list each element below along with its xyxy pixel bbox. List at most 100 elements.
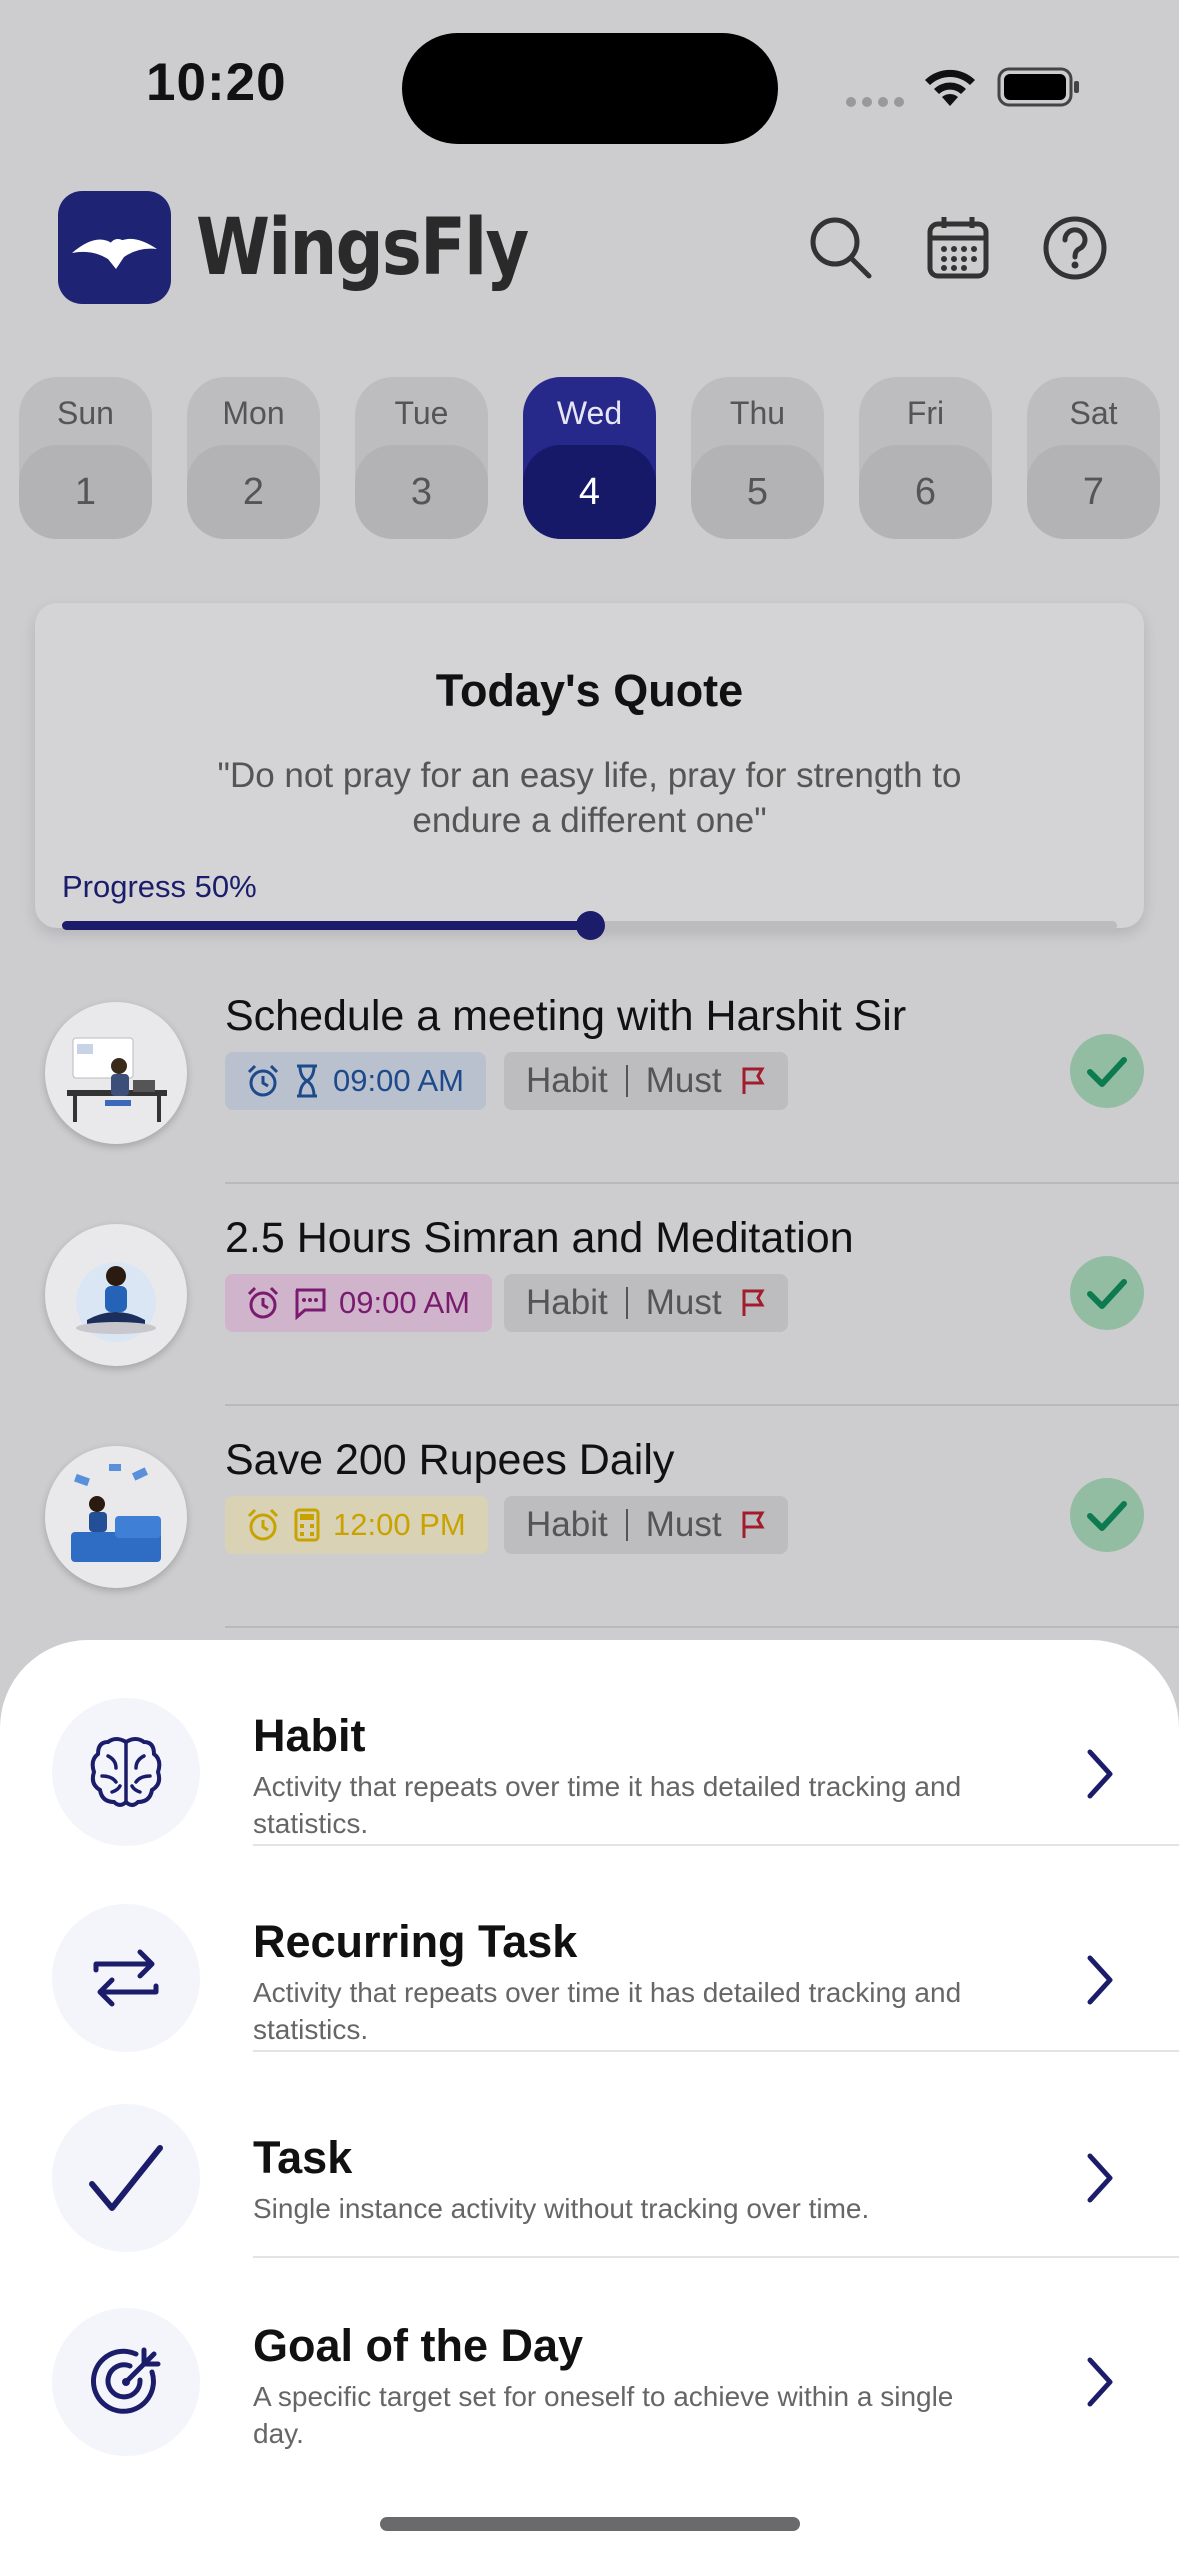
complete-checkmark[interactable] [1070,1478,1144,1552]
task-priority: Must [645,1283,722,1322]
day-number: 4 [523,445,656,539]
option-title: Goal of the Day [253,2320,584,2371]
task-illustration [45,1002,187,1144]
option-title: Recurring Task [253,1916,578,1967]
day-tue[interactable]: Tue 3 [355,377,488,539]
day-thu[interactable]: Thu 5 [691,377,824,539]
check-icon [1087,1279,1127,1309]
task-row[interactable]: Save 200 Rupees Daily 12:00 PM Habit Must [0,1406,1179,1628]
task-title: Schedule a meeting with Harshit Sir [225,992,907,1040]
status-time: 10:20 [146,53,287,112]
option-icon-circle [52,2308,200,2456]
option-icon-circle [52,2104,200,2252]
add-activity-sheet: Habit Activity that repeats over time it… [0,1640,1179,2556]
day-fri[interactable]: Fri 6 [859,377,992,539]
option-title: Habit [253,1710,366,1761]
progress-knob[interactable] [575,911,605,940]
task-type: Habit [526,1505,608,1544]
task-type: Habit [526,1061,608,1100]
quote-text: "Do not pray for an easy life, pray for … [217,756,962,840]
task-time-tag: 09:00 AM [225,1274,492,1332]
task-category-tag: Habit Must [504,1496,788,1554]
progress-fill [62,921,590,930]
chevron-right-icon [1087,2153,1113,2203]
day-number: 6 [859,445,992,539]
day-label: Mon [222,395,285,431]
task-time: 09:00 AM [339,1285,470,1320]
check-icon [1087,1501,1127,1531]
day-sun[interactable]: Sun 1 [19,377,152,539]
alarm-icon [247,1508,279,1541]
day-number: 5 [691,445,824,539]
hourglass-icon [297,1064,317,1098]
day-label: Wed [556,395,623,431]
flag-icon [742,1511,765,1538]
target-icon [90,2347,161,2414]
task-title: 2.5 Hours Simran and Meditation [225,1214,854,1262]
check-icon [1087,1057,1127,1087]
day-number: 3 [355,445,488,539]
chevron-right-icon [1087,2357,1113,2407]
day-mon[interactable]: Mon 2 [187,377,320,539]
quote-title: Today's Quote [435,665,744,716]
day-sat[interactable]: Sat 7 [1027,377,1160,539]
option-description: Activity that repeats over time it has d… [253,1771,962,1839]
day-number: 7 [1027,445,1160,539]
task-time: 09:00 AM [333,1063,464,1098]
option-goal-of-the-day[interactable]: Goal of the Day A specific target set fo… [0,2258,1179,2464]
day-label: Sun [57,395,114,431]
quote-card: Today's Quote "Do not pray for an easy l… [35,603,1144,940]
task-priority: Must [645,1061,722,1100]
option-description: A specific target set for oneself to ach… [253,2381,954,2449]
brand-name: WingsFly [196,203,529,293]
day-wed[interactable]: Wed 4 [523,377,656,539]
task-category-tag: Habit Must [504,1052,788,1110]
search-icon[interactable] [805,212,877,284]
progress-label: Progress 50% [62,869,257,904]
alarm-icon [247,1064,279,1097]
app-logo [58,191,171,304]
task-type: Habit [526,1283,608,1322]
message-icon [295,1288,326,1320]
progress-track [62,911,1117,940]
home-indicator[interactable] [380,2517,800,2531]
option-icon-circle [52,1904,200,2052]
complete-checkmark[interactable] [1070,1256,1144,1330]
task-illustration [45,1446,187,1588]
complete-checkmark[interactable] [1070,1034,1144,1108]
option-description: Single instance activity without trackin… [253,2193,870,2224]
brain-icon [90,1737,162,1807]
task-title: Save 200 Rupees Daily [225,1436,675,1484]
chevron-right-icon [1087,1955,1113,2005]
option-title: Task [253,2132,353,2183]
repeat-icon [93,1949,159,2007]
calendar-icon[interactable] [922,212,994,284]
calculator-icon [294,1508,320,1542]
option-task[interactable]: Task Single instance activity without tr… [0,2052,1179,2258]
checkmark-icon [89,2145,163,2211]
flag-icon [742,1289,765,1316]
day-label: Fri [906,395,945,431]
task-category-tag: Habit Must [504,1274,788,1332]
task-illustration [45,1224,187,1366]
dynamic-island [402,33,778,144]
flag-icon [742,1067,765,1094]
day-label: Sat [1069,395,1118,431]
task-row[interactable]: 2.5 Hours Simran and Meditation 09:00 AM… [0,1184,1179,1406]
row-divider [225,1626,1179,1628]
signal-icon [845,95,905,113]
help-icon[interactable] [1039,212,1111,284]
option-habit[interactable]: Habit Activity that repeats over time it… [0,1640,1179,1846]
day-label: Tue [394,395,449,431]
option-recurring-task[interactable]: Recurring Task Activity that repeats ove… [0,1846,1179,2052]
task-priority: Must [645,1505,722,1544]
task-row[interactable]: Schedule a meeting with Harshit Sir 09:0… [0,962,1179,1184]
battery-icon [997,67,1081,112]
task-time: 12:00 PM [333,1507,466,1542]
option-icon-circle [52,1698,200,1846]
task-time-tag: 12:00 PM [225,1496,488,1554]
day-number: 1 [19,445,152,539]
alarm-icon [247,1286,279,1319]
chevron-right-icon [1087,1749,1113,1799]
option-description: Activity that repeats over time it has d… [253,1977,962,2045]
